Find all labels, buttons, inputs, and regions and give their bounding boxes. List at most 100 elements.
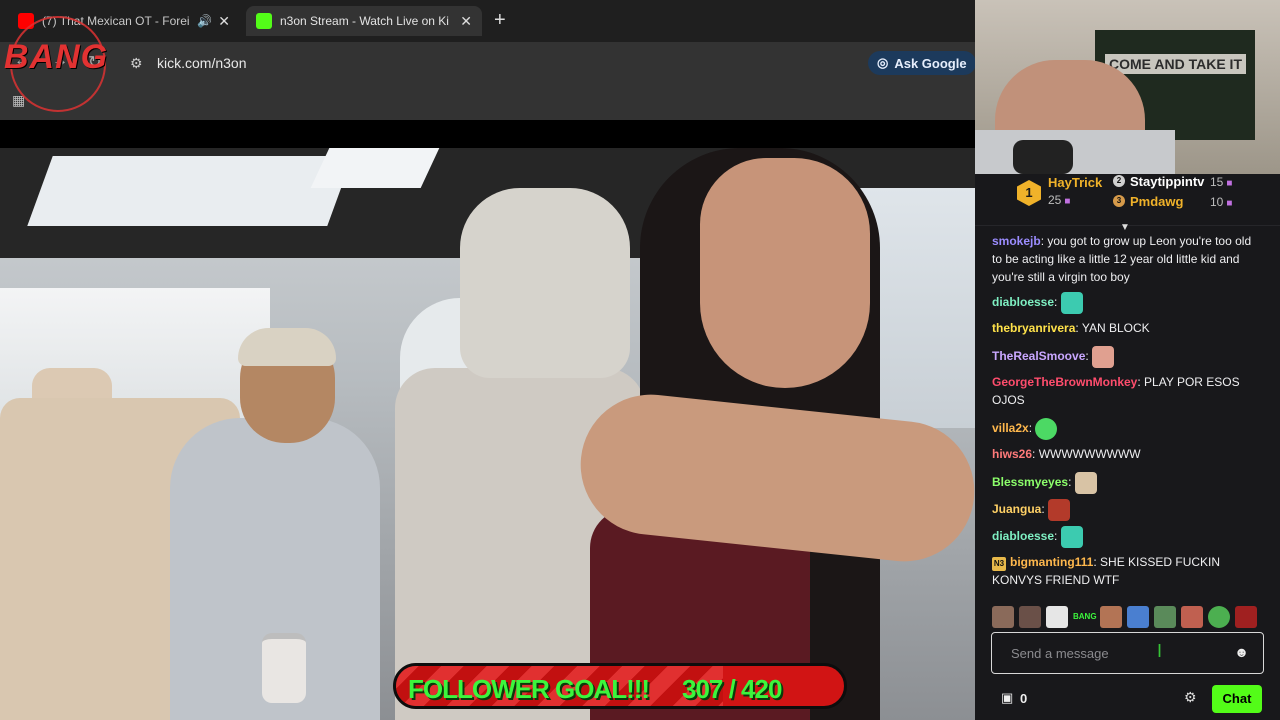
emote-icon[interactable]: [1208, 606, 1230, 628]
chat-text: :: [1085, 349, 1089, 364]
chat-username[interactable]: villa2x: [992, 421, 1029, 435]
chat-message: hiws26: WWWWWWWWW: [992, 445, 1262, 463]
chat-text: :: [1054, 529, 1058, 544]
front-headrest: [460, 188, 630, 378]
emote-icon[interactable]: [1046, 606, 1068, 628]
gift-leaderboard: 1 HayTrick 25 ■ 2 Staytippintv 15 ■ 3 Pmda…: [975, 174, 1280, 233]
stream-video[interactable]: [0, 120, 975, 720]
emote-icon[interactable]: [1154, 606, 1176, 628]
n3-badge-icon: N3: [992, 557, 1006, 571]
chat-username[interactable]: GeorgeTheBrownMonkey: [992, 375, 1137, 389]
url-text[interactable]: kick.com/n3on: [157, 55, 246, 71]
microphone: [1013, 140, 1073, 174]
chat-message: diabloesse:: [992, 526, 1262, 548]
tab-kick[interactable]: n3on Stream - Watch Live on Ki ✕: [246, 6, 482, 36]
rank-1-badge: 1: [1017, 180, 1041, 206]
emote-icon: [1092, 346, 1115, 368]
webcam-sign: COME AND TAKE IT: [1105, 54, 1246, 74]
tab-title: n3on Stream - Watch Live on Ki: [280, 14, 449, 28]
chat-footer: ▣ 0 ⚙ Chat: [975, 680, 1280, 720]
chat-message: villa2x:: [992, 418, 1262, 440]
emote-icon: [1048, 499, 1071, 521]
bang-emote[interactable]: BANG: [1073, 606, 1097, 628]
webcam-overlay: COME AND TAKE IT: [975, 0, 1280, 174]
count: 25: [1048, 193, 1062, 207]
bang-logo: BANG: [4, 12, 112, 112]
chat-text: : WWWWWWWWW: [1032, 447, 1141, 461]
vault-count: 0: [1020, 691, 1028, 706]
close-tab-icon[interactable]: ✕: [460, 13, 472, 30]
text-cursor-icon: I: [1157, 641, 1163, 661]
rank-2-badge: 2: [1113, 175, 1125, 187]
sunroof: [27, 156, 353, 226]
chat-message: TheRealSmoove:: [992, 346, 1262, 368]
emote-icon[interactable]: [1235, 606, 1257, 628]
chat-input-placeholder: Send a message: [1011, 646, 1109, 661]
chat-message: diabloesse:: [992, 292, 1262, 314]
close-tab-icon[interactable]: ✕: [218, 13, 230, 30]
kick-vault-icon[interactable]: ▣: [1001, 690, 1013, 706]
chat-message: Juangua:: [992, 499, 1262, 521]
chat-message: smokejb: you got to grow up Leon you're …: [992, 232, 1262, 286]
ask-google-button[interactable]: ◎ Ask Google: [868, 51, 976, 75]
new-tab-button[interactable]: +: [494, 10, 506, 30]
follower-goal-bar: FOLLOWER GOAL!!! 307 / 420: [393, 663, 847, 709]
leaderboard-count-1: 25 ■: [1048, 193, 1070, 207]
chat-text: :: [1028, 421, 1033, 436]
chat-username[interactable]: bigmanting111: [1010, 555, 1093, 569]
chat-username[interactable]: hiws26: [992, 447, 1032, 461]
chat-username[interactable]: thebryanrivera: [992, 321, 1075, 335]
emote-icon[interactable]: [1127, 606, 1149, 628]
leaderboard-name-2[interactable]: Staytippintv: [1130, 174, 1204, 189]
chat-input[interactable]: Send a message I ☻: [991, 632, 1264, 674]
chat-send-button[interactable]: Chat: [1212, 685, 1262, 713]
streamer-shirt: [975, 130, 1175, 174]
emote-icon[interactable]: [1100, 606, 1122, 628]
emote-icon: [1060, 292, 1083, 314]
chat-settings-icon[interactable]: ⚙: [1184, 689, 1197, 706]
site-info-icon[interactable]: ⚙: [130, 55, 143, 72]
chat-username[interactable]: TheRealSmoove: [992, 349, 1085, 363]
emote-icon: [1035, 418, 1058, 440]
ask-google-label: Ask Google: [894, 55, 967, 71]
emote-bar: BANG: [992, 606, 1272, 628]
bookmarks-bar: [0, 84, 975, 120]
emote-icon: [1074, 472, 1097, 494]
chat-username[interactable]: Juangua: [992, 502, 1041, 516]
rank-3-badge: 3: [1113, 195, 1125, 207]
gift-icon: ■: [1064, 196, 1071, 207]
chat-panel: 1 HayTrick 25 ■ 2 Staytippintv 15 ■ 3 Pmda…: [975, 174, 1280, 720]
emoji-icon[interactable]: ☻: [1234, 644, 1249, 660]
sunroof: [310, 148, 440, 188]
lens-icon: ◎: [877, 55, 889, 70]
leaderboard-count-3: 10 ■: [1210, 195, 1232, 209]
chat-text: :: [1068, 475, 1072, 490]
chat-message: thebryanrivera: YAN BLOCK: [992, 319, 1262, 337]
follower-goal-count: 307 / 420: [682, 674, 782, 704]
chat-username[interactable]: diabloesse: [992, 295, 1054, 309]
chat-text: : YAN BLOCK: [1075, 321, 1150, 335]
drink-can: [262, 633, 306, 703]
chat-username[interactable]: Blessmyeyes: [992, 475, 1068, 489]
gift-icon: ■: [1226, 178, 1233, 189]
kick-icon: [256, 13, 272, 29]
leaderboard-name-3[interactable]: Pmdawg: [1130, 194, 1183, 209]
leaderboard-name-1[interactable]: HayTrick: [1048, 175, 1102, 190]
chat-username[interactable]: diabloesse: [992, 529, 1054, 543]
chat-username[interactable]: smokejb: [992, 234, 1041, 248]
chat-messages: smokejb: you got to grow up Leon you're …: [975, 226, 1280, 606]
gift-icon: ■: [1226, 198, 1233, 209]
count: 15: [1210, 175, 1224, 189]
chat-text: :: [1041, 502, 1045, 517]
emote-icon[interactable]: [1181, 606, 1203, 628]
emote-icon[interactable]: [1019, 606, 1041, 628]
speaker-icon[interactable]: 🔊: [197, 14, 212, 28]
leaderboard-count-2: 15 ■: [1210, 175, 1232, 189]
chat-message: Blessmyeyes:: [992, 472, 1262, 494]
screen: (7) That Mexican OT - Forei 🔊 ✕ n3on Str…: [0, 0, 1280, 720]
chat-text: :: [1054, 295, 1058, 310]
driver-face: [700, 158, 870, 388]
bang-logo-text: BANG: [4, 38, 109, 76]
emote-icon[interactable]: [992, 606, 1014, 628]
chat-message: GeorgeTheBrownMonkey: PLAY POR ESOS OJOS: [992, 373, 1262, 409]
